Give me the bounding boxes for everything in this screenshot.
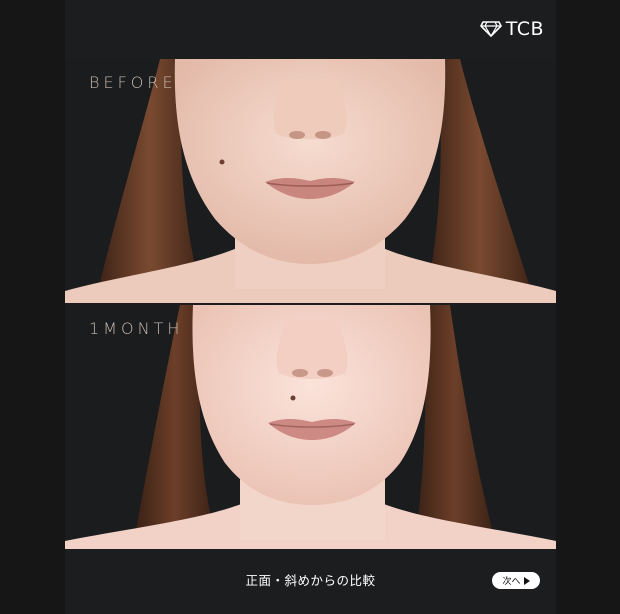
before-label: BEFORE: [89, 73, 177, 92]
after-face-image: [65, 305, 556, 549]
after-label: 1MONTH: [89, 319, 184, 338]
logo-text: TCB: [505, 18, 544, 40]
next-button-label: 次へ: [502, 577, 521, 587]
comparison-caption: 正面・斜めからの比較: [245, 573, 376, 588]
play-arrow-icon: [523, 576, 530, 585]
left-margin: [0, 0, 65, 614]
before-face-image: [65, 59, 556, 303]
before-photo: BEFORE: [65, 59, 556, 303]
right-margin: [556, 0, 620, 614]
diamond-icon: [479, 21, 502, 37]
after-photo: 1MONTH: [65, 305, 556, 549]
next-button[interactable]: 次へ: [492, 572, 540, 589]
comparison-card: TCB BEFORE 1MONTH 正面・斜めからの比較 次へ: [65, 0, 556, 614]
brand-logo: TCB: [479, 18, 544, 40]
